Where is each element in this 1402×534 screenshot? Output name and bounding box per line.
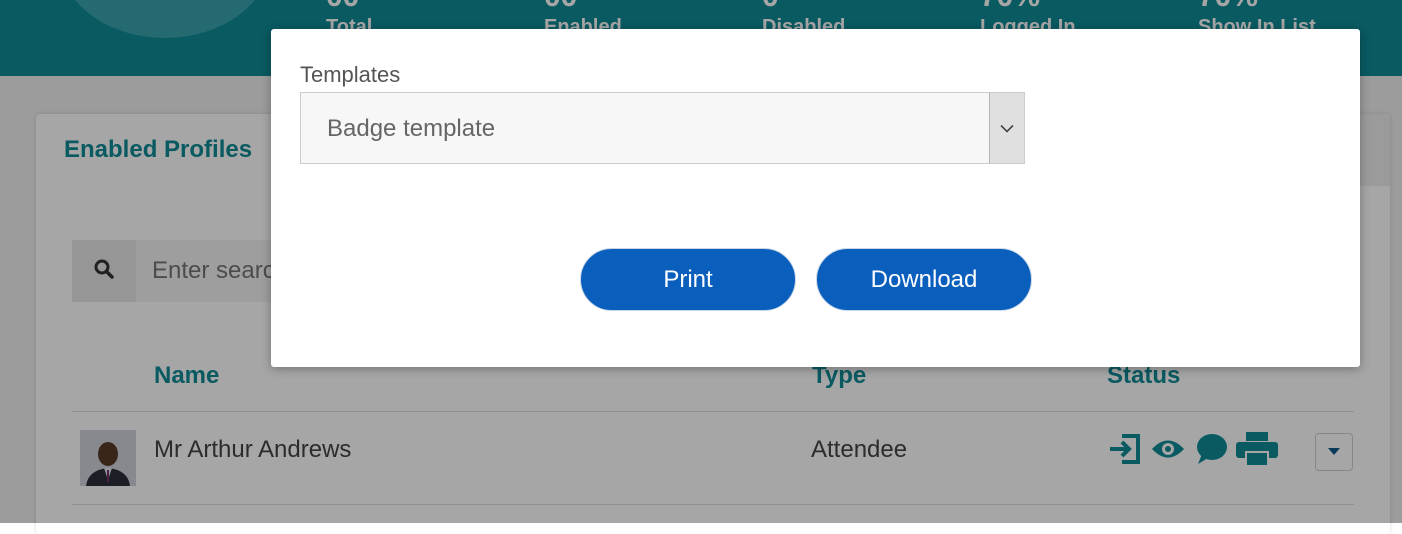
print-button[interactable]: Print: [580, 248, 796, 311]
download-button[interactable]: Download: [816, 248, 1032, 311]
template-select[interactable]: Badge template: [300, 92, 1025, 164]
print-badge-modal: Templates Badge template Print Download: [271, 29, 1360, 367]
template-select-value: Badge template: [327, 115, 496, 142]
chevron-down-icon[interactable]: [989, 93, 1024, 163]
templates-label: Templates: [300, 62, 401, 87]
